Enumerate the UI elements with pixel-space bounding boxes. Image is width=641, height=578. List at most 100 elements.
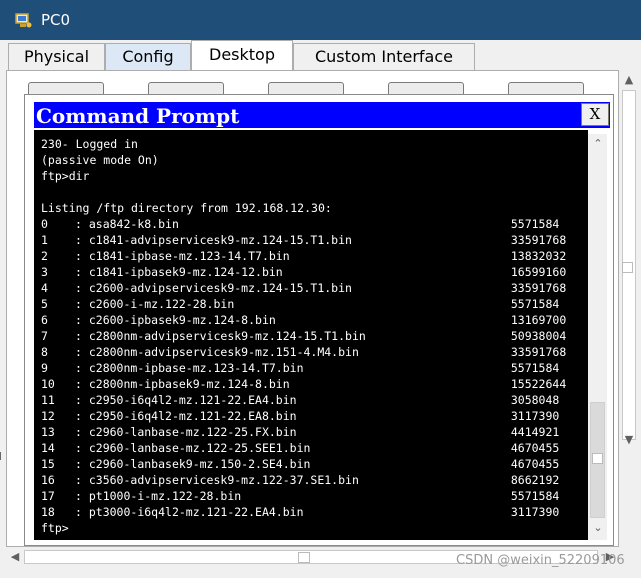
file-name: c2960-lanbase-mz.122-25.FX.bin xyxy=(88,425,297,439)
file-name: c2600-i-mz.122-28.bin xyxy=(88,297,235,311)
terminal-line: (passive mode On) xyxy=(41,153,159,167)
scroll-grip-icon xyxy=(298,552,310,563)
file-index: 16 xyxy=(41,473,55,487)
file-name: c3560-advipservicesk9-mz.122-37.SE1.bin xyxy=(88,473,359,487)
file-index: 4 xyxy=(41,281,48,295)
file-listing-row: 11: c2950-i6q4l2-mz.121-22.EA4.bin 305804… xyxy=(41,393,560,407)
file-listing-row: 14: c2960-lanbase-mz.122-25.SEE1.bin 4670… xyxy=(41,441,560,455)
file-index: 18 xyxy=(41,505,55,519)
file-listing-row: 12: c2950-i6q4l2-mz.121-22.EA8.bin 311739… xyxy=(41,409,560,423)
file-size: 8662192 xyxy=(510,473,560,487)
file-index: 5 xyxy=(41,297,48,311)
scroll-up-arrow-icon[interactable]: ▲ xyxy=(621,72,637,88)
file-name: c2800nm-advipservicesk9-mz.124-15.T1.bin xyxy=(88,329,366,343)
terminal-prompt[interactable]: ftp> xyxy=(41,520,566,536)
file-size: 33591768 xyxy=(510,345,567,359)
scroll-down-arrow-icon[interactable]: ⌄ xyxy=(590,520,606,536)
file-listing-row: 17: pt1000-i-mz.122-28.bin 5571584 xyxy=(41,489,560,503)
scroll-up-arrow-icon[interactable]: ⌃ xyxy=(590,136,606,152)
window-title: PC0 xyxy=(41,11,71,29)
file-listing-row: 0: asa842-k8.bin 5571584 xyxy=(41,217,560,231)
file-index: 8 xyxy=(41,345,48,359)
file-size: 3117390 xyxy=(510,505,560,519)
tab-strip: Physical Config Desktop Custom Interface xyxy=(0,40,641,70)
file-name: c2600-ipbasek9-mz.124-8.bin xyxy=(88,313,276,327)
file-index: 13 xyxy=(41,425,55,439)
file-size: 50938004 xyxy=(510,329,567,343)
file-name: pt1000-i-mz.122-28.bin xyxy=(88,489,242,503)
file-size: 16599160 xyxy=(510,265,567,279)
scroll-down-arrow-icon[interactable]: ▼ xyxy=(621,432,637,448)
watermark: CSDN @weixin_52209106 xyxy=(456,553,625,568)
scroll-grip-icon xyxy=(622,262,633,273)
command-prompt-title: Command Prompt xyxy=(36,104,240,128)
file-name: c2600-advipservicesk9-mz.124-15.T1.bin xyxy=(88,281,352,295)
file-index: 0 xyxy=(41,217,48,231)
scroll-left-arrow-icon[interactable]: ◀ xyxy=(7,549,23,565)
file-size: 15522644 xyxy=(510,377,567,391)
file-index: 2 xyxy=(41,249,48,263)
file-listing-row: 13: c2960-lanbase-mz.122-25.FX.bin 441492… xyxy=(41,425,560,439)
file-name: c2950-i6q4l2-mz.121-22.EA8.bin xyxy=(88,409,297,423)
file-listing-row: 18: pt3000-i6q4l2-mz.121-22.EA4.bin 31173… xyxy=(41,505,560,519)
file-index: 10 xyxy=(41,377,55,391)
file-name: c2800nm-ipbase-mz.123-14.T7.bin xyxy=(88,361,304,375)
file-index: 9 xyxy=(41,361,48,375)
file-listing-row: 15: c2960-lanbasek9-mz.150-2.SE4.bin 4670… xyxy=(41,457,560,471)
file-size: 4670455 xyxy=(510,457,560,471)
file-index: 12 xyxy=(41,409,55,423)
file-name: c1841-ipbase-mz.123-14.T7.bin xyxy=(88,249,290,263)
desktop-app-tiles xyxy=(6,82,611,94)
desktop-app-tile[interactable] xyxy=(28,82,104,94)
file-size: 33591768 xyxy=(510,233,567,247)
desktop-app-tile[interactable] xyxy=(388,82,464,94)
tab-physical[interactable]: Physical xyxy=(8,43,105,70)
file-size: 5571584 xyxy=(510,217,560,231)
desktop-app-tile[interactable] xyxy=(268,82,344,94)
file-listing-row: 8: c2800nm-advipservicesk9-mz.151-4.M4.b… xyxy=(41,345,567,359)
tab-config[interactable]: Config xyxy=(105,43,191,70)
file-listing-row: 7: c2800nm-advipservicesk9-mz.124-15.T1.… xyxy=(41,329,567,343)
file-size: 13169700 xyxy=(510,313,567,327)
file-name: pt3000-i6q4l2-mz.121-22.EA4.bin xyxy=(88,505,304,519)
file-listing-row: 6: c2600-ipbasek9-mz.124-8.bin 13169700 xyxy=(41,313,567,327)
file-listing-row: 10: c2800nm-ipbasek9-mz.124-8.bin 1552264… xyxy=(41,377,567,391)
window-titlebar xyxy=(0,0,641,40)
file-name: c2800nm-advipservicesk9-mz.151-4.M4.bin xyxy=(88,345,359,359)
file-name: c2960-lanbasek9-mz.150-2.SE4.bin xyxy=(88,457,311,471)
file-size: 4670455 xyxy=(510,441,560,455)
file-listing-row: 1: c1841-advipservicesk9-mz.124-15.T1.bi… xyxy=(41,233,567,247)
desktop-app-tile[interactable] xyxy=(508,82,584,94)
file-listing-row: 9: c2800nm-ipbase-mz.123-14.T7.bin 557158… xyxy=(41,361,560,375)
file-size: 3117390 xyxy=(510,409,560,423)
file-listing-row: 2: c1841-ipbase-mz.123-14.T7.bin 13832032 xyxy=(41,249,567,263)
file-size: 5571584 xyxy=(510,489,560,503)
file-name: asa842-k8.bin xyxy=(88,217,179,231)
file-listing-row: 16: c3560-advipservicesk9-mz.122-37.SE1.… xyxy=(41,473,560,487)
file-size: 5571584 xyxy=(510,361,560,375)
file-index: 11 xyxy=(41,393,55,407)
terminal-line: ftp>dir xyxy=(41,169,90,183)
terminal-line: 230- Logged in xyxy=(41,137,138,151)
desktop-app-tile[interactable] xyxy=(148,82,224,94)
tab-desktop[interactable]: Desktop xyxy=(191,40,293,70)
terminal-line: Listing /ftp directory from 192.168.12.3… xyxy=(41,201,332,215)
terminal-output[interactable]: 230- Logged in (passive mode On) ftp>dir… xyxy=(34,130,588,540)
file-name: c1841-advipservicesk9-mz.124-15.T1.bin xyxy=(88,233,352,247)
file-size: 5571584 xyxy=(510,297,560,311)
edge-mark xyxy=(0,452,4,460)
file-size: 13832032 xyxy=(510,249,567,263)
file-size: 33591768 xyxy=(510,281,567,295)
file-name: c2960-lanbase-mz.122-25.SEE1.bin xyxy=(88,441,311,455)
tab-custom-interface[interactable]: Custom Interface xyxy=(293,43,475,70)
file-listing-row: 3: c1841-ipbasek9-mz.124-12.bin 16599160 xyxy=(41,265,567,279)
file-index: 3 xyxy=(41,265,48,279)
file-index: 1 xyxy=(41,233,48,247)
file-listing-row: 4: c2600-advipservicesk9-mz.124-15.T1.bi… xyxy=(41,281,567,295)
file-index: 7 xyxy=(41,329,48,343)
command-prompt-close-button[interactable]: X xyxy=(581,103,609,126)
file-name: c2950-i6q4l2-mz.121-22.EA4.bin xyxy=(88,393,297,407)
file-name: c2800nm-ipbasek9-mz.124-8.bin xyxy=(88,377,290,391)
file-index: 15 xyxy=(41,457,55,471)
